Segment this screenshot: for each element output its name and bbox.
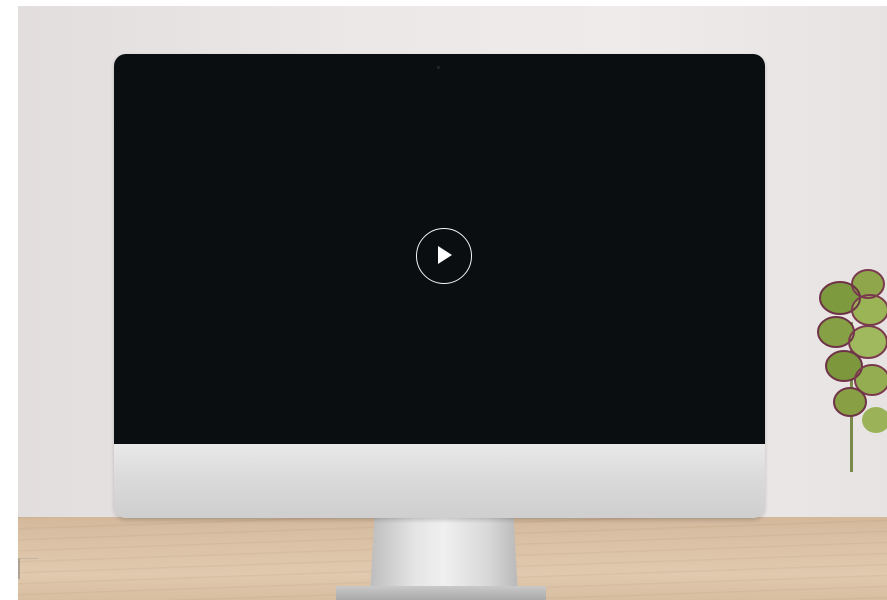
monitor-chin <box>114 444 765 518</box>
video-screen[interactable] <box>114 54 765 444</box>
plant-leaves <box>817 269 887 433</box>
monitor-stand-base <box>336 586 546 600</box>
monitor-stand-neck <box>370 516 518 596</box>
plant-icon <box>810 262 887 474</box>
monitor-mockup-scene <box>0 0 887 600</box>
glass-icon <box>18 558 38 579</box>
monitor <box>114 54 765 518</box>
play-icon <box>438 246 452 264</box>
webcam-dot <box>437 66 440 69</box>
play-button[interactable] <box>416 228 472 284</box>
